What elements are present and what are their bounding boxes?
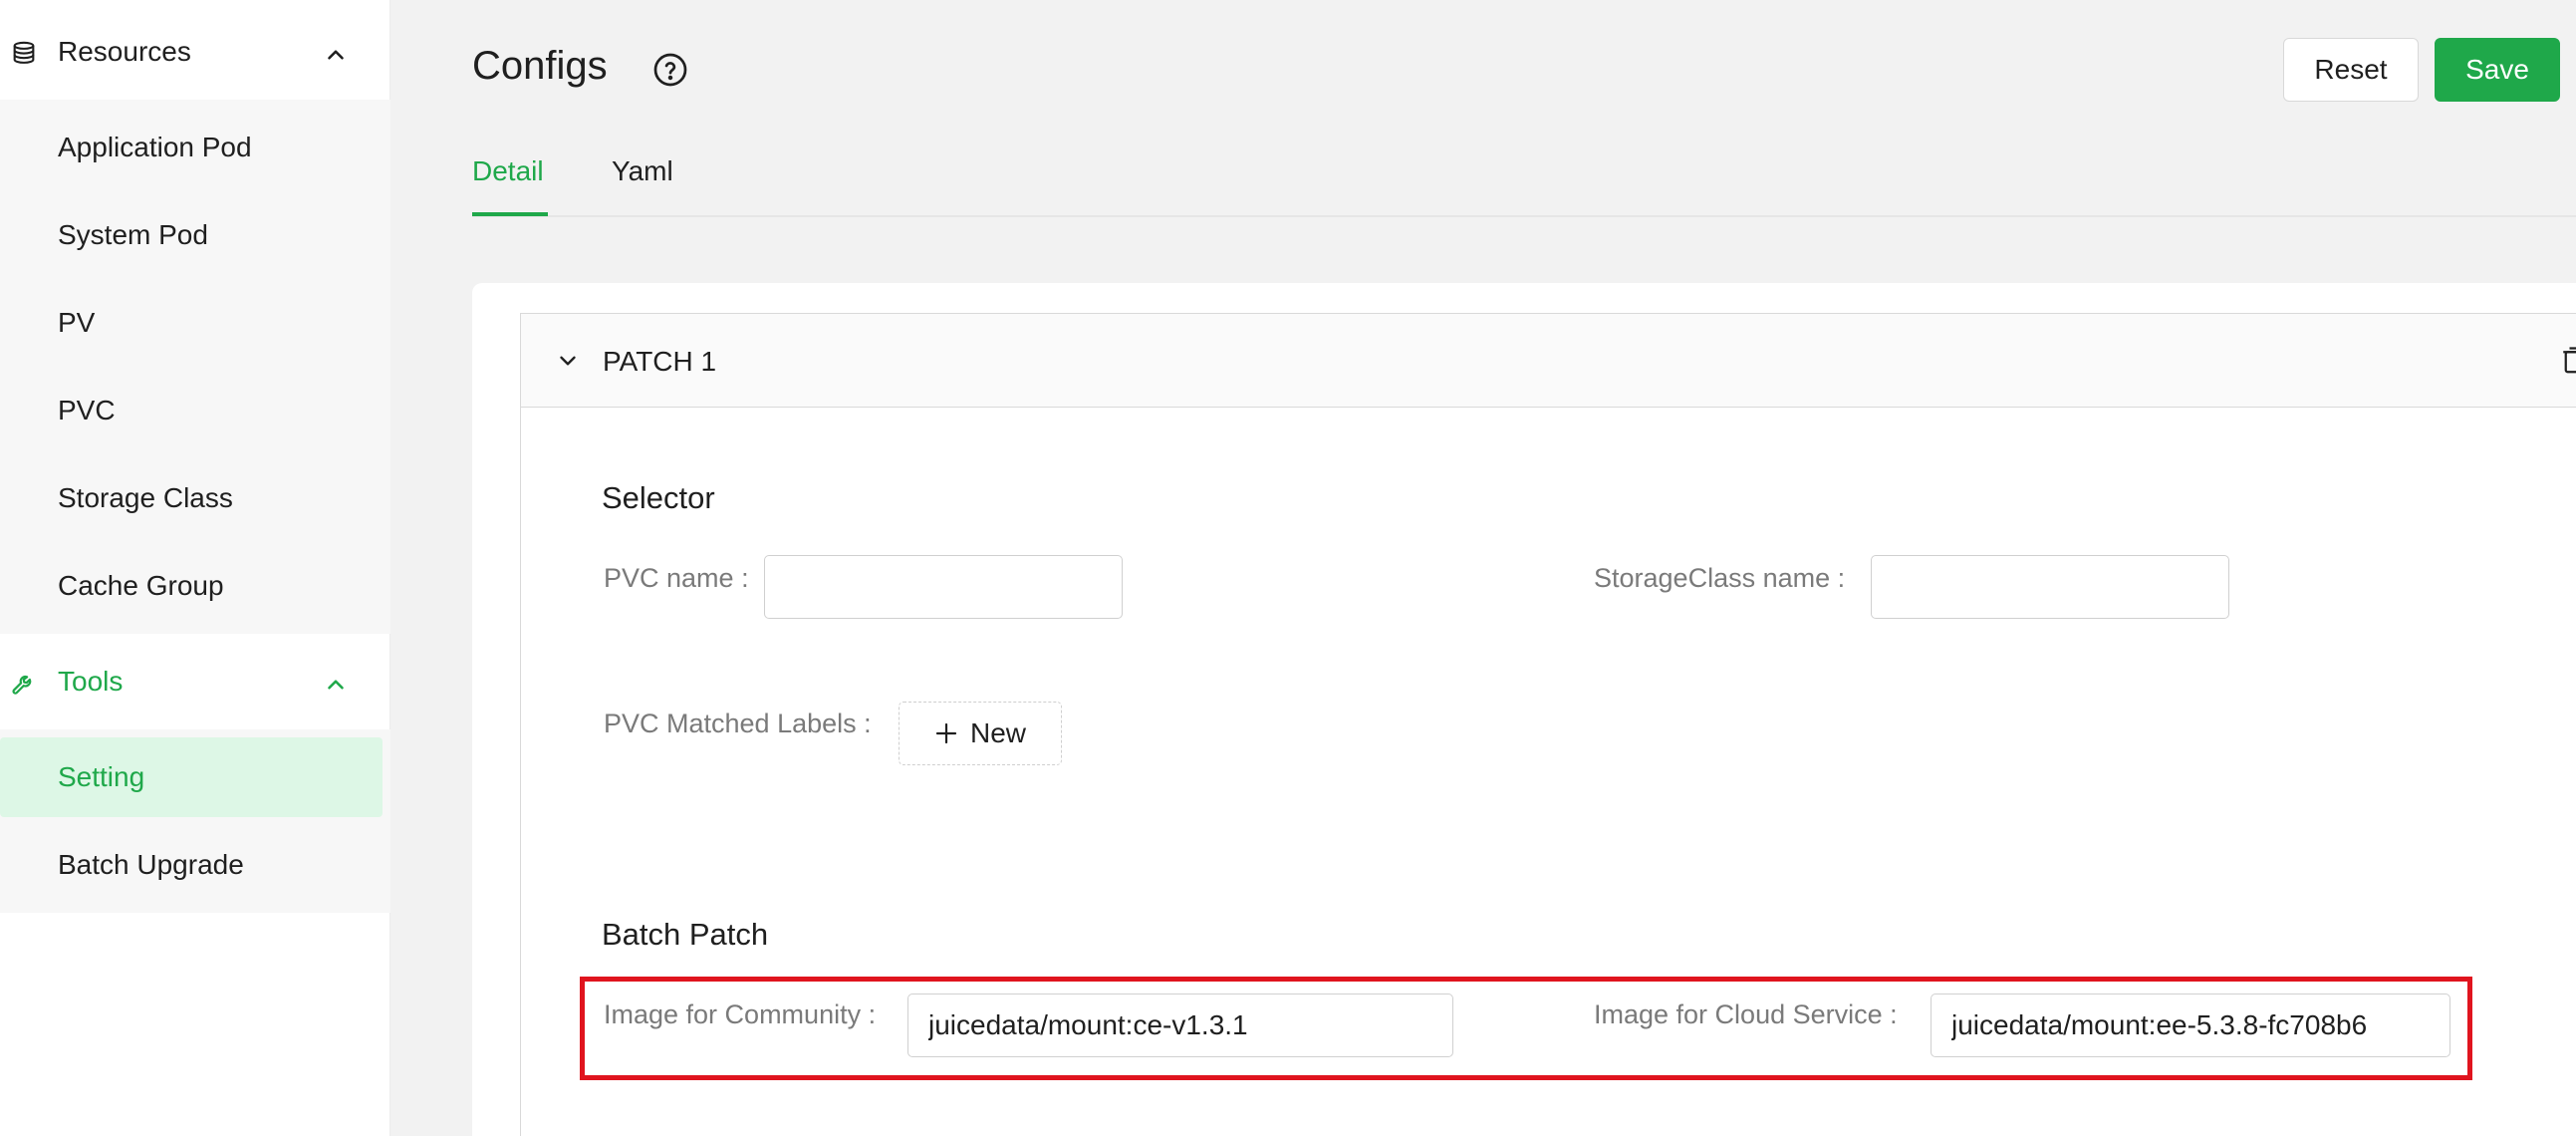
sidebar-item-label: PVC [58, 395, 116, 426]
sidebar-item-pv[interactable]: PV [0, 283, 390, 363]
help-icon[interactable] [652, 52, 688, 88]
sidebar-item-label: PV [58, 307, 96, 338]
sidebar-tools-items: Setting Batch Upgrade [0, 729, 390, 913]
sidebar-item-label: Cache Group [58, 570, 224, 601]
sidebar-item-system-pod[interactable]: System Pod [0, 195, 390, 275]
sidebar-item-pvc[interactable]: PVC [0, 371, 390, 450]
community-image-label: Image for Community : [604, 999, 877, 1029]
plus-icon [935, 722, 957, 744]
sidebar-item-label: Storage Class [58, 482, 233, 513]
chevron-up-icon [328, 50, 344, 60]
tabs-divider [472, 215, 2576, 217]
sidebar-item-batch-upgrade[interactable]: Batch Upgrade [0, 825, 390, 905]
chevron-up-icon [328, 680, 344, 690]
sidebar-item-cache-group[interactable]: Cache Group [0, 546, 390, 626]
tab-detail[interactable]: Detail [472, 155, 544, 187]
database-icon [13, 41, 35, 64]
sidebar-group-label: Resources [58, 36, 191, 67]
app: Resources Application Pod System Pod PV … [0, 0, 2576, 1136]
sidebar-item-label: Application Pod [58, 132, 252, 162]
save-button[interactable]: Save [2435, 38, 2560, 102]
pvc-name-label: PVC name : [604, 563, 749, 593]
selector-section-title: Selector [602, 480, 715, 515]
sidebar-item-application-pod[interactable]: Application Pod [0, 108, 390, 187]
sidebar: Resources Application Pod System Pod PV … [0, 0, 390, 1136]
tab-yaml[interactable]: Yaml [612, 155, 673, 187]
pvc-matched-labels-label: PVC Matched Labels : [604, 709, 872, 738]
reset-button[interactable]: Reset [2283, 38, 2419, 102]
patch-panel-header[interactable]: PATCH 1 [521, 314, 2576, 408]
delete-icon[interactable] [2561, 346, 2576, 376]
sidebar-group-resources[interactable]: Resources [0, 4, 390, 100]
batch-patch-section-title: Batch Patch [602, 917, 769, 952]
storageclass-name-input[interactable] [1871, 555, 2229, 619]
cloud-image-label: Image for Cloud Service : [1594, 999, 1898, 1029]
add-label-button-label: New [969, 717, 1026, 748]
sidebar-item-label: Setting [58, 761, 145, 792]
sidebar-resources-items: Application Pod System Pod PV PVC Storag… [0, 100, 390, 634]
community-image-input[interactable] [907, 994, 1453, 1057]
sidebar-item-label: System Pod [58, 219, 208, 250]
sidebar-item-storage-class[interactable]: Storage Class [0, 458, 390, 538]
sidebar-item-setting[interactable]: Setting [0, 737, 383, 817]
patch-title: PATCH 1 [603, 346, 717, 377]
add-label-button[interactable]: New [899, 702, 1062, 765]
chevron-down-icon [560, 356, 576, 366]
pvc-name-input[interactable] [764, 555, 1123, 619]
sidebar-group-tools[interactable]: Tools [0, 634, 390, 729]
cloud-image-input[interactable] [1931, 994, 2450, 1057]
storageclass-name-label: StorageClass name : [1594, 563, 1846, 593]
wrench-icon [12, 675, 32, 695]
page-title: Configs [472, 44, 608, 88]
sidebar-group-label: Tools [58, 666, 124, 697]
tab-active-indicator [472, 212, 548, 216]
sidebar-item-label: Batch Upgrade [58, 849, 244, 880]
